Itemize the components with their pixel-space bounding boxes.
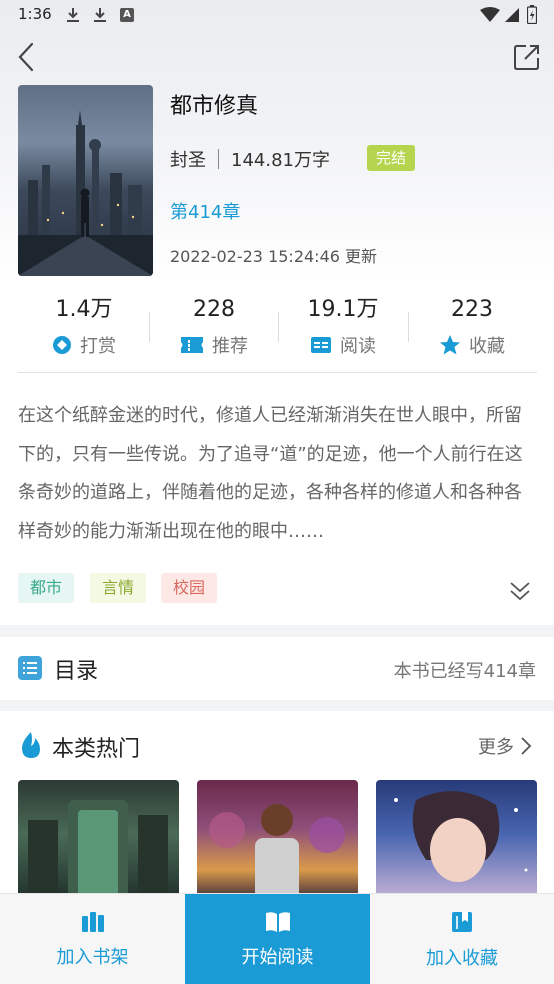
reward-icon [53,336,71,354]
ticket-icon [181,337,203,353]
stat-reads[interactable]: 19.1万 阅读 [278,296,408,358]
stat-value: 228 [193,297,235,322]
more-link[interactable]: 更多 [478,733,532,759]
status-time: 1:36 [18,5,52,23]
flame-icon [22,732,40,758]
notification-badge-icon: A [120,8,134,22]
stat-value: 19.1万 [307,297,379,322]
bookmark-book-icon [452,911,472,932]
stat-reward[interactable]: 1.4万 打赏 [19,296,149,358]
start-reading-button[interactable]: 开始阅读 [185,894,370,984]
book-cover [18,85,153,276]
cover-art-icon [394,791,528,882]
more-label: 更多 [478,737,514,758]
book-title: 都市修真 [170,94,259,119]
cover-art-icon [209,804,345,900]
section-title: 本类热门 [52,737,141,762]
list-icon [18,656,42,680]
stat-favorites[interactable]: 223 收藏 [407,296,537,358]
divider-line [18,372,537,373]
stat-label: 推荐 [212,336,248,357]
stat-label: 收藏 [469,336,505,357]
cover-art-icon [18,110,153,276]
add-to-shelf-button[interactable]: 加入书架 [0,894,185,984]
toc-chapter-count: 本书已经写414章 [393,661,536,682]
share-button[interactable] [512,42,542,72]
stat-label: 打赏 [80,336,116,357]
update-time: 2022-02-23 15:24:46 更新 [170,247,378,266]
download-icon [94,8,106,22]
chevron-right-icon [521,737,532,755]
book-synopsis: 在这个纸醉金迷的时代，修道人已经渐渐消失在世人眼中，所留下的，只有一些传说。为了… [18,405,523,542]
expand-synopsis-button[interactable] [507,578,533,604]
open-book-icon [265,911,290,932]
add-to-favorites-button[interactable]: 加入收藏 [370,894,554,984]
read-icon [311,337,331,353]
stat-value: 1.4万 [55,297,113,322]
word-count: 144.81万字 [231,150,330,171]
toc-title: 目录 [54,659,99,684]
button-label: 开始阅读 [241,946,314,968]
author-line: 封圣 144.81万字 [170,146,330,172]
battery-icon [527,5,537,24]
hot-book-cover[interactable] [18,780,179,900]
star-icon [440,335,460,355]
tag-chip[interactable]: 校园 [161,573,218,603]
stats-row: 1.4万 打赏 228 推荐 19.1万 阅读 223 收藏 [0,296,554,360]
separator [218,149,219,169]
back-button[interactable] [14,40,40,74]
button-label: 加入收藏 [426,947,498,969]
hot-book-cover[interactable] [376,780,537,900]
bookshelf-icon [81,911,104,932]
latest-chapter-link[interactable]: 第414章 [170,198,240,224]
stat-value: 223 [451,297,493,322]
tag-chip[interactable]: 都市 [18,573,75,603]
button-label: 加入书架 [56,946,129,968]
status-bar: 1:36 A [0,0,554,30]
status-badge: 完结 [367,145,416,171]
bottom-action-bar: 加入书架 开始阅读 加入收藏 [0,893,554,984]
hot-book-cover[interactable] [197,780,358,900]
download-icon [67,8,79,22]
toc-row[interactable]: 目录 本书已经写414章 [0,637,554,700]
stat-label: 阅读 [340,336,376,357]
author-name[interactable]: 封圣 [170,146,206,172]
tag-chip[interactable]: 言情 [90,573,147,603]
signal-icon [505,8,519,22]
cover-art-icon [28,800,168,900]
stat-recommend[interactable]: 228 推荐 [149,296,279,358]
wifi-icon [480,7,500,22]
